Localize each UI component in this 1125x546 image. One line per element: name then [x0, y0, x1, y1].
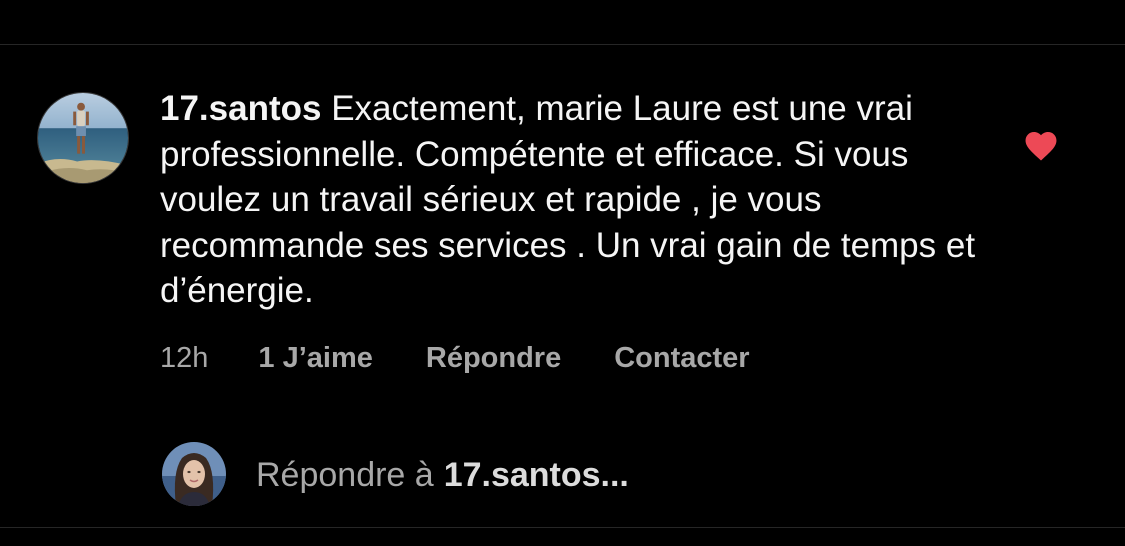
reply-input[interactable]: Répondre à 17.santos...	[256, 452, 629, 498]
bottom-divider	[0, 527, 1125, 528]
likes-count-button[interactable]: 1 J’aime	[258, 342, 372, 375]
top-divider	[0, 44, 1125, 45]
comment-body: 17.santos Exactement, marie Laure est un…	[160, 86, 990, 314]
reply-input-target: 17.santos...	[443, 455, 629, 494]
comment-username[interactable]: 17.santos	[160, 89, 321, 128]
my-avatar-image	[162, 442, 226, 506]
commenter-avatar[interactable]	[37, 92, 129, 184]
comment-actions: 12h 1 J’aime Répondre Contacter	[160, 338, 803, 378]
commenter-avatar-image	[38, 93, 128, 183]
contact-button[interactable]: Contacter	[614, 342, 749, 375]
my-avatar	[162, 442, 226, 506]
reply-input-prefix: Répondre à	[256, 455, 434, 494]
reply-button[interactable]: Répondre	[426, 342, 561, 375]
comment-timestamp: 12h	[160, 341, 209, 374]
heart-icon[interactable]	[1022, 128, 1060, 162]
